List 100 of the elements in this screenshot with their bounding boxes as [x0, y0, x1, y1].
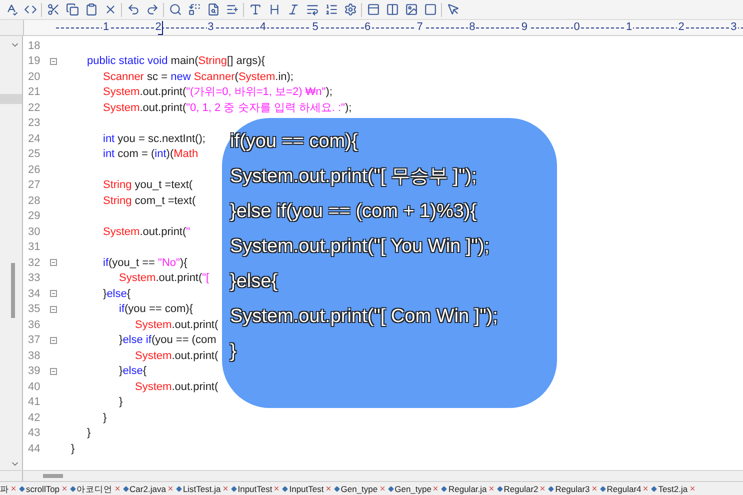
close-icon[interactable] — [378, 485, 386, 492]
file-icon — [122, 486, 129, 492]
file-tab[interactable]: Gen_type — [340, 482, 378, 494]
fold-marker-icon[interactable] — [50, 290, 57, 298]
file-tab[interactable]: Gen_type — [394, 482, 432, 494]
close-icon[interactable] — [273, 485, 280, 492]
line-number: 20 — [28, 70, 42, 84]
file-icon — [496, 486, 503, 492]
file-tab[interactable]: 파 — [0, 482, 9, 494]
code-line: } — [71, 442, 75, 456]
file-tab[interactable]: Regular.ja — [448, 482, 487, 494]
callout-code-line: }else if(you == (com + 1)%3){ — [230, 201, 478, 222]
line-number: 30 — [28, 224, 42, 240]
close-icon[interactable] — [324, 485, 332, 492]
line-number: 26 — [28, 162, 42, 178]
window-icon[interactable] — [422, 2, 438, 18]
code-line: public static void main(String[] args){ — [86, 54, 265, 68]
line-number: 24 — [28, 132, 42, 146]
file-icon — [70, 486, 76, 492]
code-line: if(you == com){ — [118, 302, 193, 316]
line-number: 22 — [28, 100, 42, 116]
file-tab[interactable]: Regular2 — [504, 482, 538, 494]
file-icon — [19, 486, 25, 492]
code-line: if(you_t == "No"){ — [102, 256, 188, 270]
close-icon[interactable] — [114, 485, 121, 492]
fold-marker-icon[interactable] — [50, 259, 57, 266]
fold-marker-icon[interactable] — [50, 336, 57, 344]
line-number: 31 — [28, 240, 42, 255]
file-icon — [600, 486, 606, 492]
file-icon — [651, 486, 658, 492]
line-number: 34 — [28, 286, 42, 302]
close-icon[interactable] — [642, 485, 650, 492]
file-icon — [176, 486, 182, 492]
scissors-icon[interactable] — [45, 2, 61, 18]
line-number: 37 — [28, 333, 42, 348]
fold-marker-icon[interactable] — [50, 58, 57, 65]
code-line: System.out.print(" — [102, 224, 190, 239]
file-tab[interactable]: InputTest — [238, 482, 272, 494]
close-icon[interactable] — [432, 485, 440, 492]
line-number: 19 — [28, 54, 42, 69]
help-pointer-icon[interactable] — [445, 2, 461, 18]
line-number: 33 — [28, 271, 42, 286]
code-line: } — [102, 410, 107, 425]
line-number: 32 — [28, 256, 42, 270]
code-line: Scanner sc = new Scanner(System.in); — [102, 70, 294, 84]
image-icon[interactable] — [403, 2, 419, 18]
horizontal-scrollbar-thumb[interactable] — [43, 474, 63, 478]
code-line: } — [86, 426, 91, 440]
callout-code-line: } — [230, 341, 238, 362]
code-line: int you = sc.nextInt(); — [102, 132, 206, 146]
file-tab[interactable]: Regular4 — [606, 482, 642, 494]
close-icon[interactable] — [222, 485, 229, 492]
panel-icon[interactable] — [365, 2, 381, 18]
file-icon — [548, 486, 554, 492]
line-number: 29 — [28, 209, 42, 224]
replace-icon[interactable] — [186, 2, 202, 18]
callout-code-line: }else{ — [230, 271, 279, 292]
code-line: } — [118, 395, 123, 410]
line-number: 35 — [28, 302, 42, 317]
settings-icon[interactable] — [342, 2, 358, 18]
search-icon[interactable] — [167, 2, 183, 18]
close-icon[interactable] — [590, 485, 598, 492]
code-line: System.out.print( — [134, 318, 218, 332]
callout-code-line: System.out.print("[ Com Win ]"); — [230, 306, 499, 327]
line-number: 18 — [28, 38, 42, 54]
file-icon — [441, 486, 448, 492]
line-number: 28 — [28, 194, 42, 208]
callout-code-line: System.out.print("[ 무승부 ]"); — [230, 166, 478, 187]
line-number: 41 — [28, 395, 42, 410]
line-number: 36 — [28, 318, 42, 332]
scrollbar-thumb[interactable] — [11, 263, 15, 318]
code-line: String com_t =text( — [102, 194, 196, 208]
close-icon[interactable] — [488, 485, 495, 492]
file-tab[interactable]: scrollTop — [26, 482, 60, 494]
code-line: int com = (int)(Math — [102, 147, 198, 162]
close-icon[interactable] — [166, 485, 174, 492]
file-tab[interactable]: InputTest — [289, 482, 324, 494]
fold-marker-icon[interactable] — [50, 306, 57, 313]
code-line: String you_t =text( — [102, 178, 193, 192]
close-icon[interactable] — [60, 485, 68, 492]
file-tab[interactable]: Regular3 — [555, 482, 590, 494]
line-number: 42 — [28, 410, 42, 426]
file-tab[interactable]: 아코디언 — [76, 482, 113, 494]
file-tab[interactable]: Car2.java — [130, 482, 166, 494]
fold-marker-icon[interactable] — [50, 368, 57, 375]
code-line: System.out.print( — [134, 380, 218, 394]
close-icon[interactable] — [688, 485, 696, 492]
line-number: 27 — [28, 178, 42, 193]
file-icon — [334, 486, 340, 492]
copy-icon[interactable] — [64, 2, 80, 18]
line-number: 43 — [28, 426, 42, 441]
code-line: }else{ — [118, 364, 147, 378]
line-number: 44 — [28, 442, 42, 456]
file-icon — [230, 486, 237, 492]
file-tab[interactable]: Test2.ja — [658, 482, 688, 494]
columns-icon[interactable] — [384, 2, 400, 18]
close-icon[interactable] — [539, 485, 546, 492]
file-tab[interactable]: ListTest.ja — [182, 482, 221, 494]
code-line: System.out.print( — [134, 348, 218, 363]
close-icon[interactable] — [10, 485, 17, 492]
